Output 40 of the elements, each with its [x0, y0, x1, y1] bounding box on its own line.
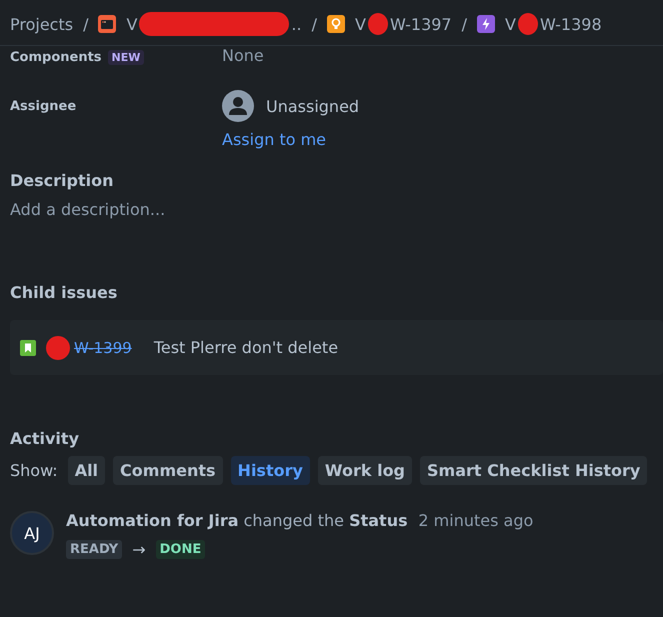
- child-issue-row[interactable]: W-1399 Test Plerre don't delete: [10, 320, 663, 375]
- filter-tab[interactable]: Work log: [318, 456, 412, 485]
- new-badge: NEW: [108, 50, 144, 64]
- user-avatar: AJ: [10, 511, 54, 555]
- issue-key-link[interactable]: W-1399: [74, 338, 132, 356]
- story-icon: [20, 340, 36, 356]
- filter-tab[interactable]: History: [230, 456, 310, 485]
- assign-to-me-link[interactable]: Assign to me: [222, 130, 360, 149]
- breadcrumb-separator: /: [83, 14, 88, 34]
- redaction-mark: [46, 336, 70, 360]
- field-value: None: [222, 46, 264, 65]
- timestamp: 2 minutes ago: [418, 511, 534, 530]
- section-heading: Activity: [10, 429, 80, 448]
- field-label: Components: [10, 50, 102, 64]
- redaction-mark: [518, 13, 538, 35]
- field-value: Unassigned: [266, 96, 360, 116]
- show-label: Show:: [10, 461, 58, 480]
- filter-tab[interactable]: All: [68, 456, 106, 485]
- user-avatar-icon: [222, 90, 254, 122]
- section-heading: Child issues: [10, 283, 118, 302]
- breadcrumb-separator: /: [462, 14, 467, 34]
- field-label: Assignee: [10, 98, 76, 114]
- description-field[interactable]: Add a description...: [10, 200, 653, 219]
- issue-summary: Test Plerre don't delete: [154, 338, 338, 357]
- status-lozenge: DONE: [156, 540, 206, 559]
- section-heading: Description: [10, 171, 114, 190]
- lightbulb-icon: [326, 15, 345, 33]
- lightning-icon: [477, 15, 495, 33]
- activity-text: Automation for Jira changed the Status: [66, 511, 408, 530]
- project-icon: [98, 15, 116, 33]
- filter-tab[interactable]: Comments: [113, 456, 223, 485]
- breadcrumb-link[interactable]: V W-1397: [354, 13, 452, 35]
- arrow: →: [132, 540, 146, 559]
- breadcrumb-link[interactable]: V ..: [126, 12, 302, 36]
- filter-tab[interactable]: Smart Checklist History: [420, 456, 648, 485]
- breadcrumb-link[interactable]: Projects: [10, 14, 74, 34]
- breadcrumb-link[interactable]: V W-1398: [505, 13, 602, 35]
- redaction-mark: [368, 13, 388, 35]
- status-lozenge: READY: [66, 540, 122, 559]
- breadcrumb-separator: /: [312, 14, 317, 34]
